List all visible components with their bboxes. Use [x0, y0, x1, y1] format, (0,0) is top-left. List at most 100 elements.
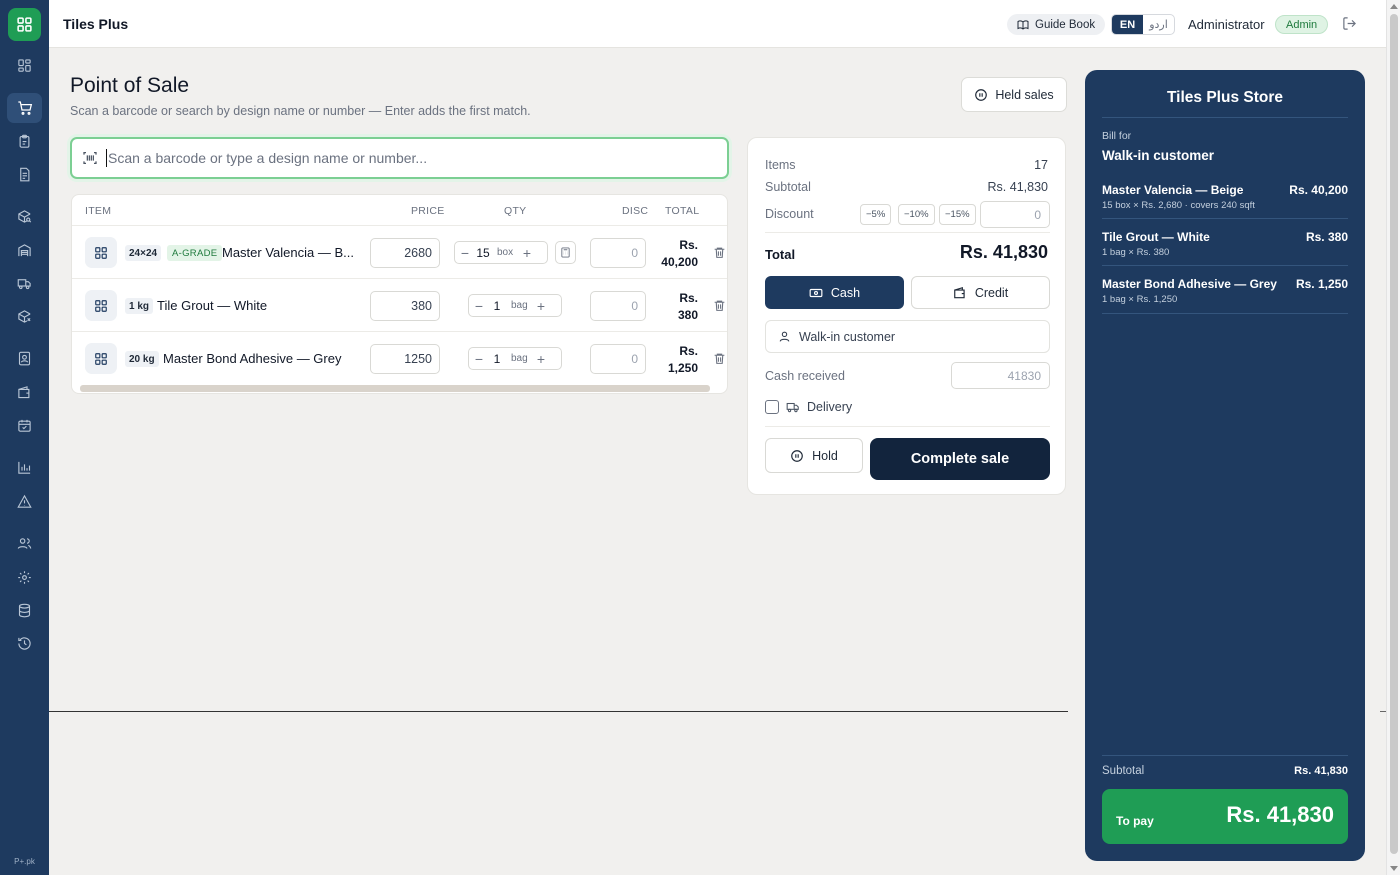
receipt-divider — [1102, 313, 1348, 314]
receipt-subtotal-label: Subtotal — [1102, 765, 1145, 777]
price-input[interactable]: 380 — [370, 291, 440, 321]
qty-value[interactable]: 1 — [489, 299, 505, 313]
hold-label: Hold — [812, 448, 838, 463]
discount-15-button[interactable]: −15% — [939, 204, 976, 225]
qty-increment-button[interactable]: + — [531, 298, 551, 314]
qty-decrement-button[interactable]: − — [469, 298, 489, 314]
cash-label: Cash — [830, 285, 861, 300]
logout-button[interactable] — [1342, 16, 1357, 31]
divider — [765, 232, 1050, 233]
hold-button[interactable]: Hold — [765, 438, 863, 473]
discount-5-button[interactable]: −5% — [860, 204, 892, 225]
search-input[interactable] — [108, 150, 727, 166]
discount-label: Discount — [765, 207, 814, 221]
remove-item-button[interactable] — [713, 246, 726, 259]
truck-icon — [786, 402, 799, 413]
calculator-icon — [561, 247, 570, 258]
to-pay-box: To pay Rs. 41,830 — [1102, 789, 1348, 844]
area-calculator-button[interactable] — [555, 241, 576, 264]
price-input[interactable]: 1250 — [370, 344, 440, 374]
qty-increment-button[interactable]: + — [517, 245, 537, 261]
box-search-icon — [18, 209, 32, 223]
complete-sale-button[interactable]: Complete sale — [870, 438, 1050, 480]
sidebar-item-invoices[interactable] — [0, 159, 49, 189]
app-title: Tiles Plus — [63, 16, 129, 32]
credit-button[interactable]: Credit — [911, 276, 1050, 309]
qty-value[interactable]: 15 — [475, 246, 491, 260]
sidebar-item-payments[interactable] — [0, 377, 49, 407]
cash-button[interactable]: Cash — [765, 276, 904, 309]
contact-icon — [18, 351, 31, 365]
sidebar-footer: P+.pk — [14, 857, 35, 866]
qty-unit: bag — [511, 300, 528, 311]
grade-badge: A-GRADE — [167, 245, 223, 261]
box-x-icon — [18, 309, 31, 323]
sidebar-item-pos[interactable] — [0, 93, 49, 123]
delivery-toggle[interactable]: Delivery — [765, 400, 852, 414]
customer-selector[interactable]: Walk-in customer — [765, 320, 1050, 353]
column-header-price: PRICE — [411, 205, 445, 217]
scrollbar-thumb[interactable] — [1390, 14, 1398, 854]
text-cursor — [106, 149, 107, 167]
sidebar-item-products[interactable] — [0, 201, 49, 231]
app-logo[interactable] — [8, 8, 41, 41]
logout-icon — [1343, 17, 1356, 30]
discount-input[interactable]: 0 — [590, 344, 646, 374]
settings-icon — [18, 570, 31, 584]
tile-grid-icon — [95, 299, 107, 312]
discount-input[interactable]: 0 — [590, 291, 646, 321]
sidebar-item-history[interactable] — [0, 628, 49, 658]
discount-amount-input[interactable]: 0 — [980, 201, 1050, 228]
to-pay-value: Rs. 41,830 — [1226, 802, 1334, 827]
sidebar-item-warehouse[interactable] — [0, 235, 49, 265]
cash-received-input[interactable]: 41830 — [951, 362, 1050, 389]
sidebar-item-returns[interactable] — [0, 301, 49, 331]
lang-en-button[interactable]: EN — [1112, 15, 1143, 34]
items-count: 17 — [1034, 158, 1048, 172]
sidebar-item-settings[interactable] — [0, 562, 49, 592]
held-sales-button[interactable]: Held sales — [961, 77, 1067, 112]
held-sales-label: Held sales — [995, 87, 1054, 102]
qty-value[interactable]: 1 — [489, 352, 505, 366]
line-total-amount: 1,250 — [667, 361, 698, 375]
page-scrollbar[interactable] — [1386, 0, 1400, 875]
qty-increment-button[interactable]: + — [531, 351, 551, 367]
horizontal-scrollbar[interactable] — [80, 385, 710, 392]
banknote-icon — [809, 288, 823, 297]
users-icon — [17, 537, 32, 549]
sidebar-item-database[interactable] — [0, 595, 49, 625]
cart-table-header: ITEM PRICE QTY DISC TOTAL — [72, 195, 727, 226]
quantity-stepper: − 1 bag + — [468, 347, 562, 370]
receipt-item-amount: Rs. 40,200 — [1289, 183, 1348, 197]
sidebar-item-users[interactable] — [0, 528, 49, 558]
discount-10-button[interactable]: −10% — [898, 204, 935, 225]
product-name: Master Valencia — B... — [222, 245, 354, 260]
trash-icon — [714, 300, 725, 311]
discount-input[interactable]: 0 — [590, 238, 646, 268]
scroll-down-arrow[interactable] — [1390, 866, 1398, 871]
user-icon — [779, 331, 790, 342]
sidebar-item-contacts[interactable] — [0, 343, 49, 373]
qty-decrement-button[interactable]: − — [455, 245, 475, 261]
divider — [765, 426, 1050, 427]
remove-item-button[interactable] — [713, 299, 726, 312]
scroll-up-arrow[interactable] — [1390, 4, 1398, 9]
lang-ur-button[interactable]: اردو — [1143, 15, 1174, 34]
search-box[interactable] — [70, 137, 729, 179]
sidebar-item-alerts[interactable] — [0, 486, 49, 516]
language-switch: EN اردو — [1111, 14, 1175, 35]
remove-item-button[interactable] — [713, 352, 726, 365]
guide-book-button[interactable]: Guide Book — [1007, 14, 1106, 35]
sidebar-item-dashboard[interactable] — [0, 50, 49, 80]
sidebar-item-reports[interactable] — [0, 452, 49, 482]
delivery-checkbox[interactable] — [765, 400, 779, 414]
sidebar-item-schedule[interactable] — [0, 410, 49, 440]
sidebar-item-orders[interactable] — [0, 126, 49, 156]
sidebar-item-deliveries[interactable] — [0, 268, 49, 298]
size-badge: 20 kg — [125, 351, 159, 367]
qty-decrement-button[interactable]: − — [469, 351, 489, 367]
wallet-icon — [18, 385, 30, 398]
line-total: Rs. 380 — [654, 290, 698, 324]
receipt-item-amount: Rs. 1,250 — [1295, 277, 1348, 291]
price-input[interactable]: 2680 — [370, 238, 440, 268]
